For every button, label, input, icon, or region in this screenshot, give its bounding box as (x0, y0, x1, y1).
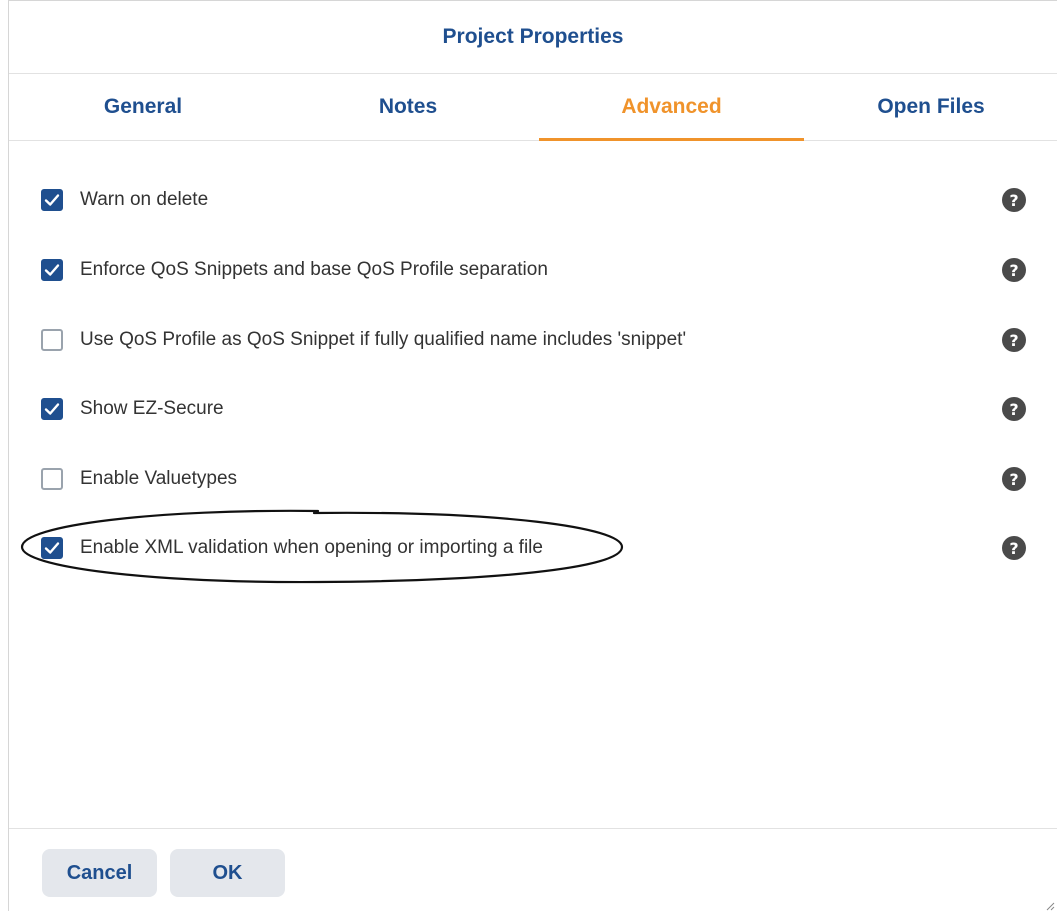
tab-label: Advanced (621, 95, 722, 118)
question-circle-icon[interactable]: ? (1002, 328, 1026, 352)
option-label: Warn on delete (80, 189, 209, 210)
tab-label: Open Files (877, 95, 985, 118)
tab-advanced[interactable]: Advanced (539, 74, 804, 141)
profile-as-snippet-checkbox[interactable] (41, 329, 63, 351)
project-properties-dialog: Project Properties General Notes Advance… (8, 0, 1057, 911)
ok-button[interactable]: OK (170, 849, 285, 897)
option-profile-as-snippet[interactable]: Use QoS Profile as QoS Snippet if fully … (9, 320, 1057, 360)
dialog-header: Project Properties (9, 1, 1057, 74)
dialog-title: Project Properties (442, 25, 624, 48)
checkmark-icon (44, 542, 60, 554)
question-circle-icon[interactable]: ? (1002, 536, 1026, 560)
active-tab-indicator (539, 138, 804, 141)
enforce-qos-separation-checkbox[interactable] (41, 259, 63, 281)
checkmark-icon (44, 194, 60, 206)
option-enable-valuetypes[interactable]: Enable Valuetypes ? (9, 459, 1057, 499)
resize-grip-icon[interactable] (1045, 901, 1055, 911)
question-circle-icon[interactable]: ? (1002, 397, 1026, 421)
option-label: Enforce QoS Snippets and base QoS Profil… (80, 259, 548, 280)
tab-label: General (103, 95, 183, 118)
option-label: Show EZ-Secure (80, 398, 224, 419)
cancel-button[interactable]: Cancel (42, 849, 157, 897)
question-circle-icon[interactable]: ? (1002, 467, 1026, 491)
checkmark-icon (44, 264, 60, 276)
option-label: Enable Valuetypes (80, 468, 238, 489)
option-xml-validation[interactable]: Enable XML validation when opening or im… (9, 528, 1057, 568)
checkmark-icon (44, 403, 60, 415)
option-warn-on-delete[interactable]: Warn on delete ? (9, 180, 1057, 220)
enable-valuetypes-checkbox[interactable] (41, 468, 63, 490)
question-circle-icon[interactable]: ? (1002, 188, 1026, 212)
tab-general[interactable]: General (9, 74, 277, 140)
option-label: Use QoS Profile as QoS Snippet if fully … (80, 329, 687, 350)
option-label: Enable XML validation when opening or im… (80, 537, 543, 558)
xml-validation-checkbox[interactable] (41, 537, 63, 559)
tab-notes[interactable]: Notes (277, 74, 539, 140)
tab-open-files[interactable]: Open Files (804, 74, 1057, 140)
tab-bar: General Notes Advanced Open Files (9, 74, 1057, 141)
option-enforce-qos-separation[interactable]: Enforce QoS Snippets and base QoS Profil… (9, 250, 1057, 290)
dialog-footer: Cancel OK (9, 828, 1057, 913)
warn-on-delete-checkbox[interactable] (41, 189, 63, 211)
question-circle-icon[interactable]: ? (1002, 258, 1026, 282)
tab-label: Notes (378, 95, 438, 118)
option-show-ez-secure[interactable]: Show EZ-Secure ? (9, 389, 1057, 429)
show-ez-secure-checkbox[interactable] (41, 398, 63, 420)
